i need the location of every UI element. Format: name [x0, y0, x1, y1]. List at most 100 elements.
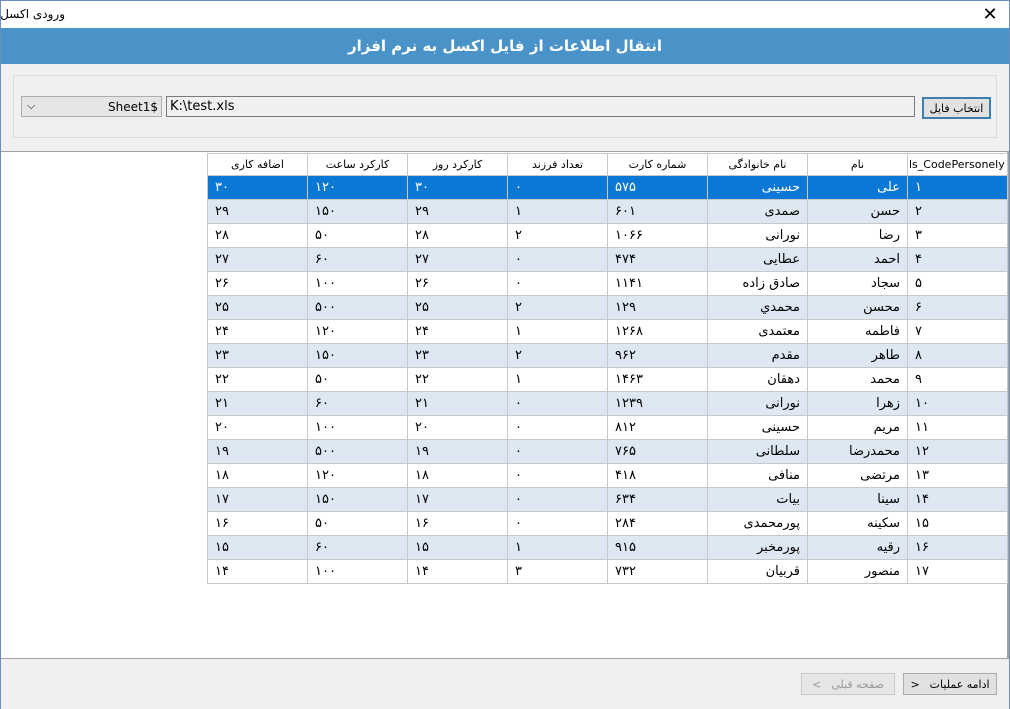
- cell-children-count[interactable]: ۰: [507, 487, 608, 512]
- cell-work-days[interactable]: ۱۷: [407, 487, 508, 512]
- cell-children-count[interactable]: ۰: [507, 415, 608, 440]
- cell-first-name[interactable]: سجاد: [807, 271, 908, 296]
- cell-card-number[interactable]: ۱۲۳۹: [607, 391, 708, 416]
- cell-work-days[interactable]: ۲۷: [407, 247, 508, 272]
- table-row[interactable]: ۱۴ ۱۰۰ ۱۴ ۳ ۷۳۲ قربیان منصور ۱۷: [207, 559, 1008, 584]
- cell-overtime[interactable]: ۲۱: [207, 391, 308, 416]
- column-header-first-name[interactable]: نام: [807, 153, 908, 176]
- cell-card-number[interactable]: ۵۷۵: [607, 175, 708, 200]
- cell-work-days[interactable]: ۱۴: [407, 559, 508, 584]
- cell-overtime[interactable]: ۱۵: [207, 535, 308, 560]
- cell-work-days[interactable]: ۲۳: [407, 343, 508, 368]
- cell-last-name[interactable]: پورمخبر: [707, 535, 808, 560]
- cell-last-name[interactable]: معتمدی: [707, 319, 808, 344]
- cell-first-name[interactable]: زهرا: [807, 391, 908, 416]
- table-row[interactable]: ۲۴ ۱۲۰ ۲۴ ۱ ۱۲۶۸ معتمدی فاطمه ۷: [207, 319, 1008, 344]
- cell-work-days[interactable]: ۱۸: [407, 463, 508, 488]
- cell-work-hours[interactable]: ۶۰: [307, 535, 408, 560]
- cell-work-days[interactable]: ۲۸: [407, 223, 508, 248]
- table-row[interactable]: ۲۶ ۱۰۰ ۲۶ ۰ ۱۱۴۱ صادق زاده سجاد ۵: [207, 271, 1008, 296]
- cell-card-number[interactable]: ۲۸۴: [607, 511, 708, 536]
- cell-last-name[interactable]: محمدي: [707, 295, 808, 320]
- cell-code-personely[interactable]: ۱: [907, 175, 1008, 200]
- cell-first-name[interactable]: مریم: [807, 415, 908, 440]
- cell-children-count[interactable]: ۰: [507, 511, 608, 536]
- cell-overtime[interactable]: ۱۹: [207, 439, 308, 464]
- cell-code-personely[interactable]: ۱۴: [907, 487, 1008, 512]
- cell-code-personely[interactable]: ۳: [907, 223, 1008, 248]
- cell-card-number[interactable]: ۷۶۵: [607, 439, 708, 464]
- cell-work-days[interactable]: ۲۹: [407, 199, 508, 224]
- table-row[interactable]: ۳۰ ۱۲۰ ۳۰ ۰ ۵۷۵ حسینی علی ۱: [207, 175, 1008, 200]
- cell-code-personely[interactable]: ۱۵: [907, 511, 1008, 536]
- cell-overtime[interactable]: ۲۳: [207, 343, 308, 368]
- table-row[interactable]: ۲۷ ۶۰ ۲۷ ۰ ۴۷۴ عطایی احمد ۴: [207, 247, 1008, 272]
- cell-code-personely[interactable]: ۱۱: [907, 415, 1008, 440]
- cell-work-hours[interactable]: ۱۵۰: [307, 199, 408, 224]
- cell-last-name[interactable]: مقدم: [707, 343, 808, 368]
- cell-work-days[interactable]: ۲۲: [407, 367, 508, 392]
- table-row[interactable]: ۱۵ ۶۰ ۱۵ ۱ ۹۱۵ پورمخبر رقیه ۱۶: [207, 535, 1008, 560]
- cell-code-personely[interactable]: ۱۳: [907, 463, 1008, 488]
- table-row[interactable]: ۱۸ ۱۲۰ ۱۸ ۰ ۴۱۸ منافی مرتضی ۱۳: [207, 463, 1008, 488]
- cell-work-days[interactable]: ۲۴: [407, 319, 508, 344]
- cell-work-days[interactable]: ۲۶: [407, 271, 508, 296]
- cell-overtime[interactable]: ۱۶: [207, 511, 308, 536]
- cell-last-name[interactable]: صمدی: [707, 199, 808, 224]
- cell-overtime[interactable]: ۲۴: [207, 319, 308, 344]
- cell-work-days[interactable]: ۱۵: [407, 535, 508, 560]
- cell-last-name[interactable]: نورانی: [707, 223, 808, 248]
- cell-last-name[interactable]: نورانی: [707, 391, 808, 416]
- cell-first-name[interactable]: طاهر: [807, 343, 908, 368]
- cell-last-name[interactable]: صادق زاده: [707, 271, 808, 296]
- cell-card-number[interactable]: ۶۳۴: [607, 487, 708, 512]
- table-row[interactable]: ۲۸ ۵۰ ۲۸ ۲ ۱۰۶۶ نورانی رضا ۳: [207, 223, 1008, 248]
- cell-code-personely[interactable]: ۸: [907, 343, 1008, 368]
- previous-page-button[interactable]: صفحه قبلی >: [801, 673, 895, 695]
- cell-card-number[interactable]: ۹۱۵: [607, 535, 708, 560]
- cell-code-personely[interactable]: ۱۶: [907, 535, 1008, 560]
- continue-button[interactable]: ادامه عملیات <: [903, 673, 997, 695]
- cell-last-name[interactable]: حسینی: [707, 415, 808, 440]
- cell-work-hours[interactable]: ۵۰: [307, 511, 408, 536]
- cell-children-count[interactable]: ۱: [507, 367, 608, 392]
- sheet-select[interactable]: ⌵ Sheet1$: [21, 96, 162, 117]
- cell-overtime[interactable]: ۲۵: [207, 295, 308, 320]
- cell-overtime[interactable]: ۲۲: [207, 367, 308, 392]
- cell-first-name[interactable]: محمدرضا: [807, 439, 908, 464]
- cell-code-personely[interactable]: ۱۷: [907, 559, 1008, 584]
- cell-last-name[interactable]: سلطانی: [707, 439, 808, 464]
- cell-work-days[interactable]: ۳۰: [407, 175, 508, 200]
- cell-overtime[interactable]: ۱۴: [207, 559, 308, 584]
- cell-card-number[interactable]: ۱۲۹: [607, 295, 708, 320]
- cell-last-name[interactable]: قربیان: [707, 559, 808, 584]
- cell-card-number[interactable]: ۴۱۸: [607, 463, 708, 488]
- close-icon[interactable]: ✕: [971, 1, 1009, 28]
- cell-code-personely[interactable]: ۲: [907, 199, 1008, 224]
- cell-code-personely[interactable]: ۹: [907, 367, 1008, 392]
- cell-children-count[interactable]: ۰: [507, 463, 608, 488]
- cell-first-name[interactable]: منصور: [807, 559, 908, 584]
- cell-work-hours[interactable]: ۱۵۰: [307, 343, 408, 368]
- cell-work-hours[interactable]: ۵۰۰: [307, 439, 408, 464]
- cell-first-name[interactable]: رقیه: [807, 535, 908, 560]
- column-header-card-number[interactable]: شماره کارت: [607, 153, 708, 176]
- cell-work-hours[interactable]: ۵۰: [307, 223, 408, 248]
- cell-work-days[interactable]: ۱۶: [407, 511, 508, 536]
- table-row[interactable]: ۲۱ ۶۰ ۲۱ ۰ ۱۲۳۹ نورانی زهرا ۱۰: [207, 391, 1008, 416]
- cell-overtime[interactable]: ۲۷: [207, 247, 308, 272]
- column-header-work-days[interactable]: کارکرد روز: [407, 153, 508, 176]
- cell-overtime[interactable]: ۳۰: [207, 175, 308, 200]
- cell-work-hours[interactable]: ۵۰۰: [307, 295, 408, 320]
- table-row[interactable]: ۱۹ ۵۰۰ ۱۹ ۰ ۷۶۵ سلطانی محمدرضا ۱۲: [207, 439, 1008, 464]
- cell-card-number[interactable]: ۷۳۲: [607, 559, 708, 584]
- cell-first-name[interactable]: محمد: [807, 367, 908, 392]
- cell-last-name[interactable]: حسینی: [707, 175, 808, 200]
- cell-code-personely[interactable]: ۱۰: [907, 391, 1008, 416]
- cell-overtime[interactable]: ۱۸: [207, 463, 308, 488]
- cell-children-count[interactable]: ۲: [507, 295, 608, 320]
- cell-card-number[interactable]: ۱۱۴۱: [607, 271, 708, 296]
- cell-card-number[interactable]: ۱۴۶۳: [607, 367, 708, 392]
- cell-work-hours[interactable]: ۶۰: [307, 247, 408, 272]
- cell-work-hours[interactable]: ۱۲۰: [307, 463, 408, 488]
